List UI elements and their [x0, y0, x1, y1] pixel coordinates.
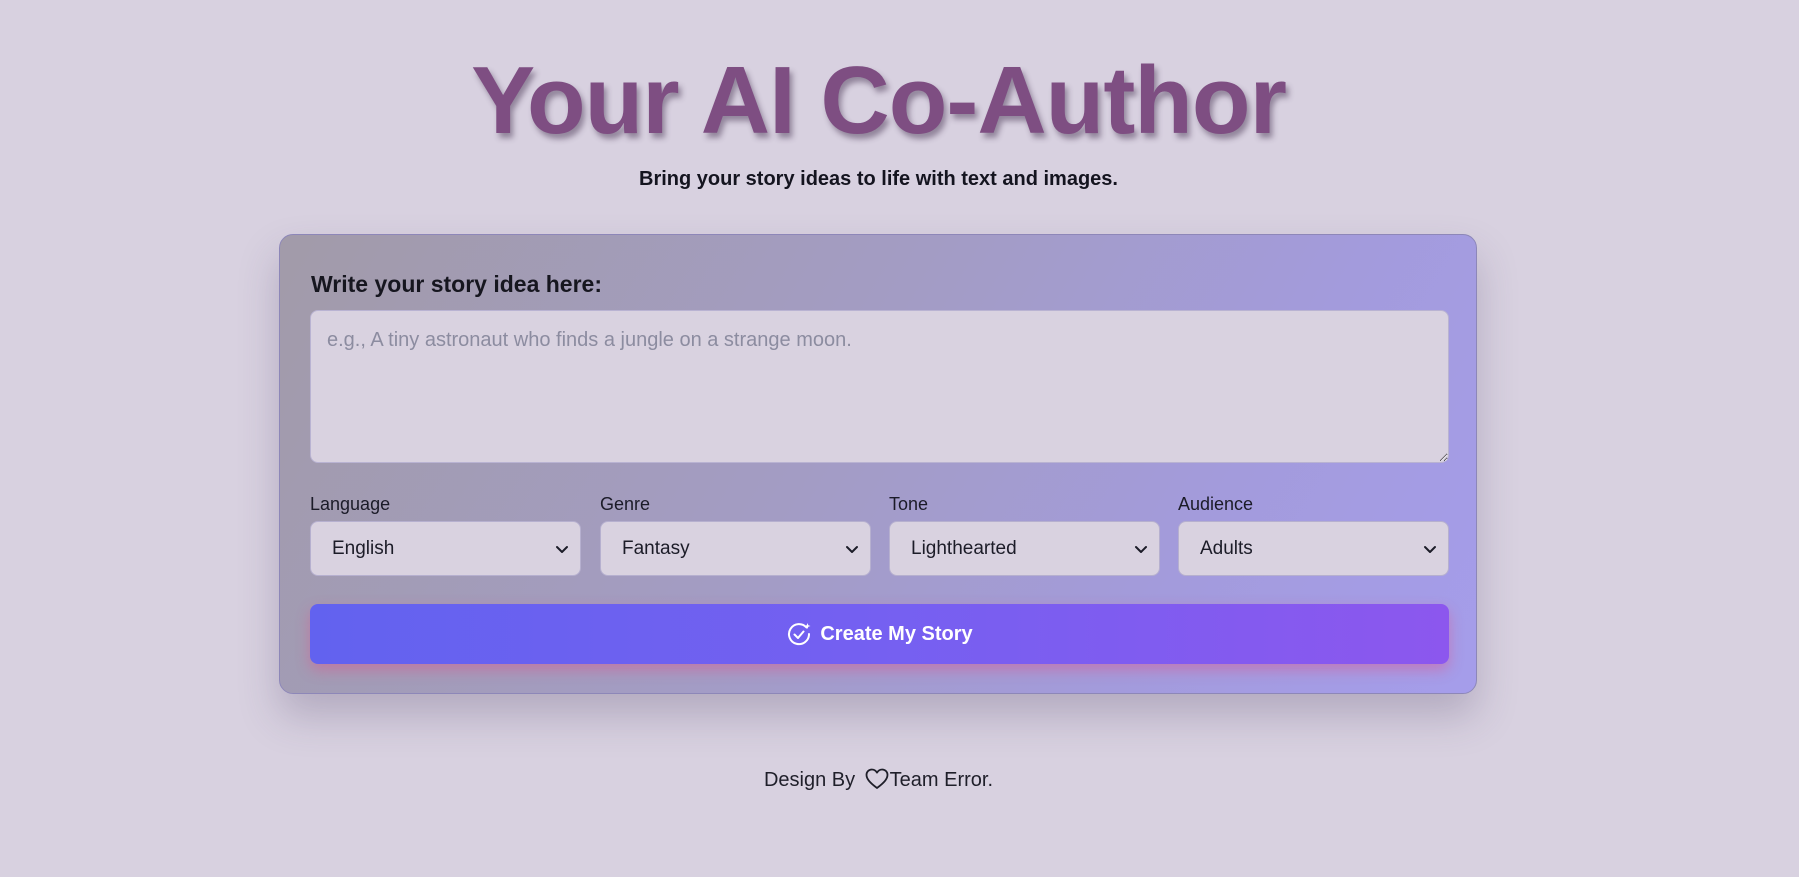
chevron-down-icon [556, 546, 568, 553]
audience-selected-value: Adults [1200, 538, 1253, 559]
audience-field: Audience Adults [1178, 493, 1449, 576]
audience-select[interactable]: Adults [1178, 521, 1449, 576]
tone-selected-value: Lighthearted [911, 538, 1017, 559]
page-subtitle: Bring your story ideas to life with text… [639, 168, 1118, 190]
create-story-button[interactable]: Create My Story [310, 604, 1449, 664]
footer-prefix: Design By [763, 769, 856, 791]
language-selected-value: English [332, 538, 395, 559]
language-field: Language English [310, 493, 581, 576]
story-form-card: Write your story idea here: Language Eng… [279, 234, 1477, 694]
chevron-down-icon [1424, 546, 1436, 553]
genre-field: Genre Fantasy [600, 493, 871, 576]
footer-team: Team Error. [889, 769, 994, 791]
genre-selected-value: Fantasy [622, 538, 690, 559]
story-idea-input[interactable] [310, 310, 1449, 463]
sparkle-check-icon [788, 623, 811, 646]
language-label: Language [310, 494, 391, 514]
heart-icon [865, 768, 889, 789]
genre-label: Genre [600, 494, 651, 514]
page: Your AI Co-Author Bring your story ideas… [0, 0, 1799, 877]
tone-label: Tone [889, 494, 929, 514]
story-idea-label: Write your story idea here: [311, 271, 602, 297]
language-select[interactable]: English [310, 521, 581, 576]
chevron-down-icon [1135, 546, 1147, 553]
tone-field: Tone Lighthearted [889, 493, 1160, 576]
footer: Design By Team Error. [0, 767, 1757, 793]
genre-select[interactable]: Fantasy [600, 521, 871, 576]
create-story-label: Create My Story [820, 622, 973, 645]
chevron-down-icon [846, 546, 858, 553]
audience-label: Audience [1178, 494, 1254, 514]
page-title: Your AI Co-Author [471, 47, 1287, 154]
tone-select[interactable]: Lighthearted [889, 521, 1160, 576]
